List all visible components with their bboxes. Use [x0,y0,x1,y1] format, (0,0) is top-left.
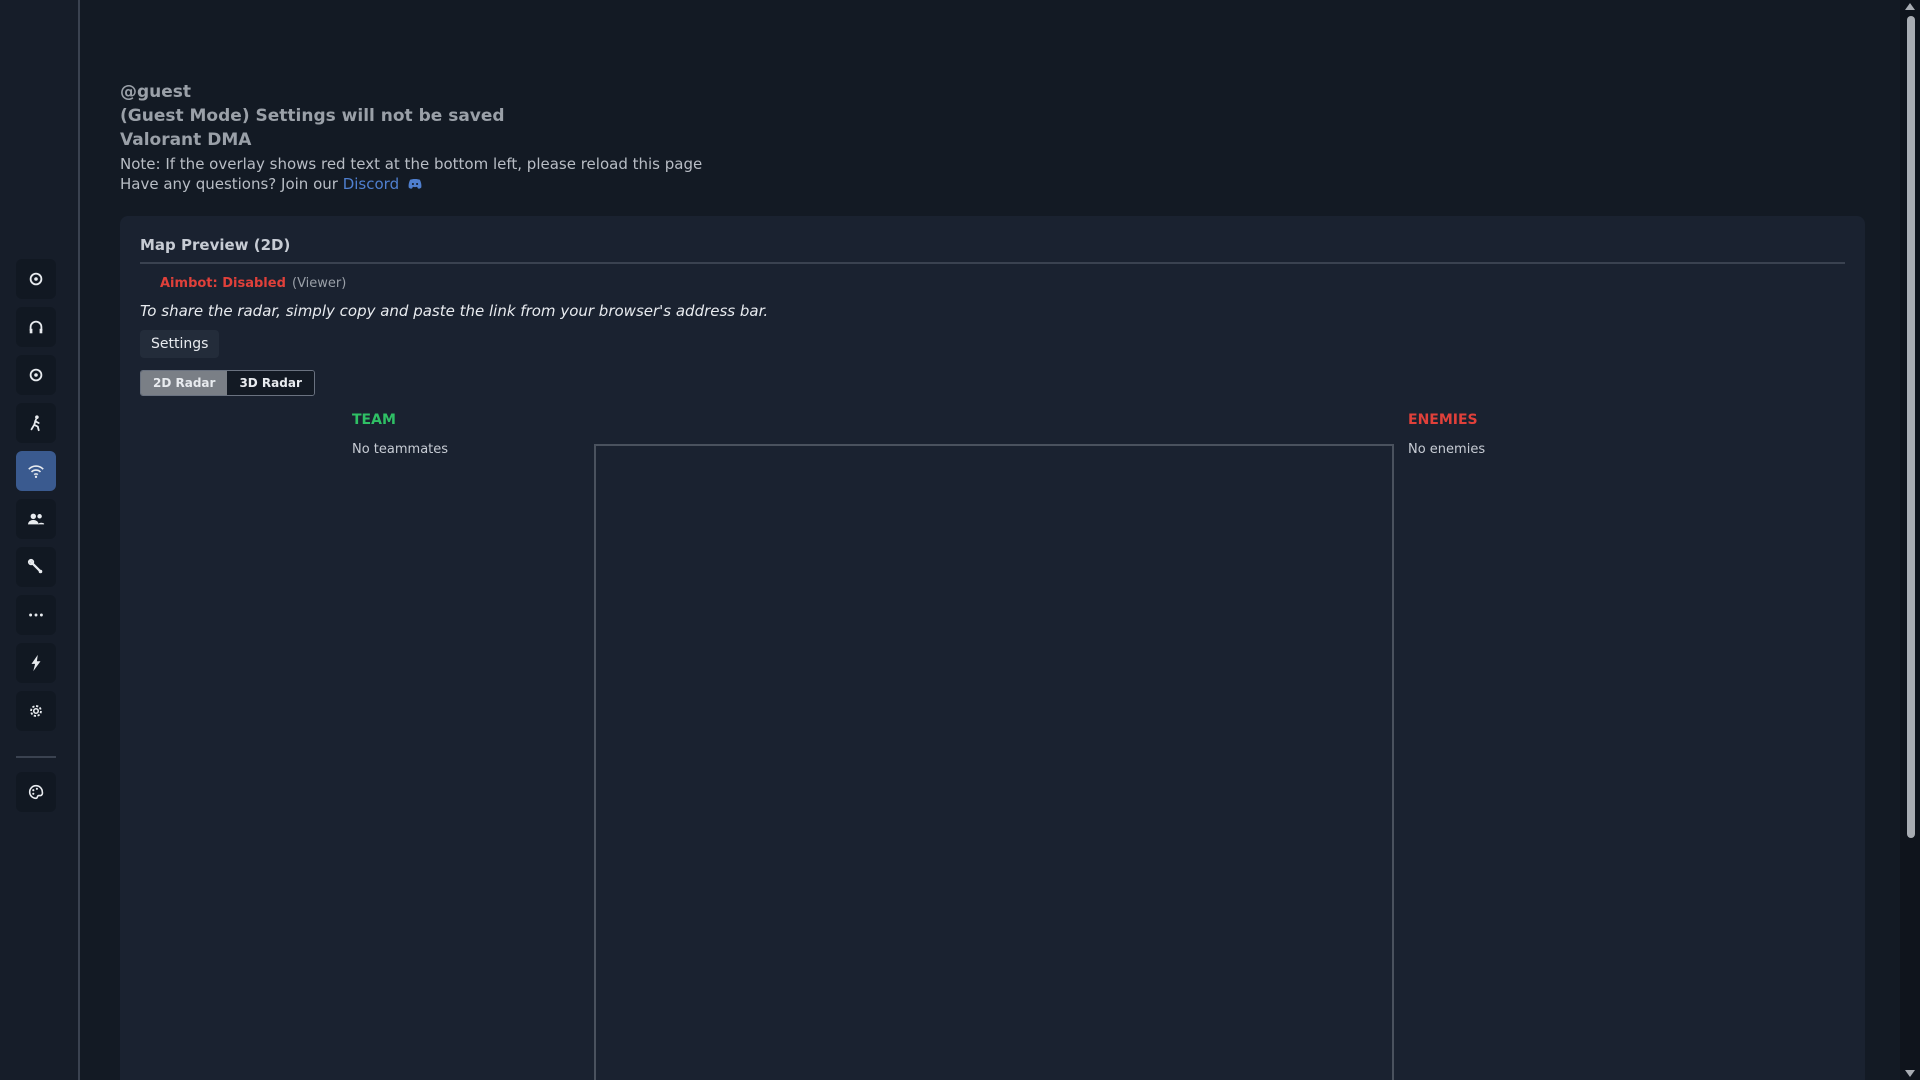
radar-canvas[interactable] [594,444,1394,1080]
discord-icon[interactable] [408,178,422,190]
gear-icon [30,705,42,717]
crosshair-icon [29,272,43,286]
users-icon [27,513,45,525]
page-header: @guest (Guest Mode) Settings will not be… [120,80,702,194]
aimbot-status: Aimbot: Disabled [160,276,286,291]
scroll-up-arrow[interactable] [1905,3,1915,10]
sidebar-item-radar[interactable] [16,451,56,491]
radar-2d-button[interactable]: 2D Radar [141,371,228,395]
enemies-empty-message: No enemies [1408,442,1486,457]
map-preview-panel: Map Preview (2D) Aimbot: Disabled (Viewe… [120,216,1865,1080]
discord-link[interactable]: Discord [343,175,399,193]
sidebar-item-players[interactable] [16,499,56,539]
more-icon [29,613,43,617]
scrollbar-thumb[interactable] [1907,16,1915,838]
sidebar-item-tools[interactable] [16,547,56,587]
sidebar-item-theme[interactable] [16,772,56,812]
target-icon [29,368,43,382]
sidebar-item-crosshair[interactable] [16,259,56,299]
sidebar-divider [16,756,56,758]
team-heading: TEAM [352,412,396,428]
viewer-label: (Viewer) [292,276,347,291]
scroll-down-arrow[interactable] [1905,1070,1915,1077]
sidebar [0,0,80,1080]
username: @guest [120,82,192,102]
panel-title: Map Preview (2D) [140,236,291,254]
sidebar-item-headphones[interactable] [16,307,56,347]
team-empty-message: No teammates [352,442,449,457]
product-title: Valorant DMA [120,130,252,150]
guest-mode-notice: (Guest Mode) Settings will not be saved [120,106,505,126]
sidebar-item-boost[interactable] [16,643,56,683]
radar-3d-button[interactable]: 3D Radar [227,371,314,395]
page-scrollbar[interactable] [1900,0,1920,1080]
sidebar-item-target[interactable] [16,355,56,395]
headphones-icon [29,320,43,334]
sidebar-item-more[interactable] [16,595,56,635]
palette-icon [28,784,44,800]
questions-text: Have any questions? Join our [120,175,338,193]
overlay-note: Note: If the overlay shows red text at t… [120,155,703,173]
sidebar-item-movement[interactable] [16,403,56,443]
share-instructions: To share the radar, simply copy and past… [140,302,769,320]
panel-divider [140,262,1845,264]
running-person-icon [30,415,40,432]
settings-button[interactable]: Settings [140,330,220,358]
sidebar-item-settings[interactable] [16,691,56,731]
enemies-heading: ENEMIES [1408,412,1478,428]
wrench-icon [27,558,43,574]
questions-line: Have any questions? Join our Discord [120,174,702,194]
radar-mode-toggle: 2D Radar 3D Radar [140,370,315,396]
wifi-icon [28,465,44,479]
lightning-icon [31,654,41,672]
